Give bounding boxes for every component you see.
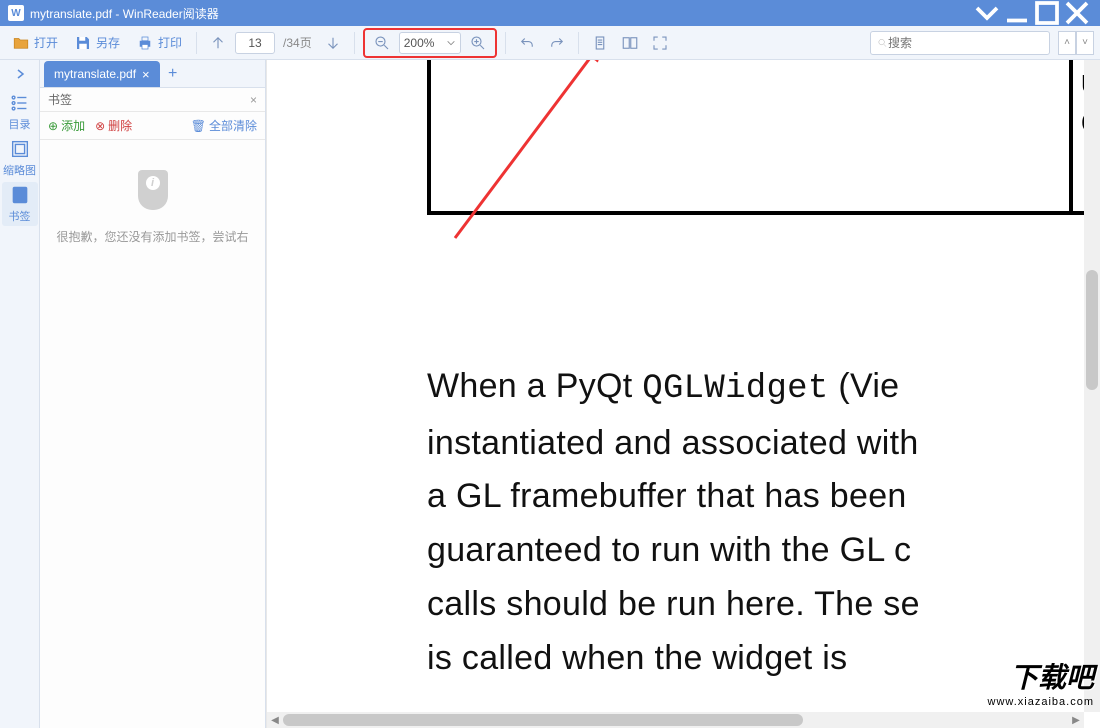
- save-label: 另存: [96, 34, 120, 51]
- rail-thumb-label: 缩略图: [3, 162, 36, 178]
- bookmark-empty-state: 很抱歉，您还没有添加书签，尝试右: [40, 140, 265, 728]
- left-rail: 目录 缩略图 书签: [0, 60, 40, 728]
- vscroll-thumb[interactable]: [1086, 270, 1098, 390]
- undo-button[interactable]: [514, 30, 540, 56]
- save-button[interactable]: 另存: [68, 30, 126, 56]
- page-input[interactable]: [235, 32, 275, 54]
- panel-header: 书签 ×: [40, 88, 265, 112]
- doc-table-right-cell: UI4.Tab Or: ViewerA: [1073, 60, 1084, 211]
- next-page-button[interactable]: [320, 30, 346, 56]
- print-label: 打印: [158, 34, 182, 51]
- bookmark-clear-button[interactable]: 🗑全部清除: [191, 117, 257, 134]
- watermark-small: www.xiazaiba.com: [988, 696, 1094, 708]
- bookmark-delete-button[interactable]: ⊗删除: [95, 117, 132, 134]
- titlebar: W mytranslate.pdf - WinReader阅读器: [0, 0, 1100, 26]
- panel-close-icon[interactable]: ×: [250, 93, 257, 107]
- zoom-value: 200%: [404, 36, 435, 50]
- watermark-big: 下载吧: [988, 656, 1094, 696]
- open-label: 打开: [34, 34, 58, 51]
- search-next[interactable]: ˅: [1076, 31, 1094, 55]
- zoom-select[interactable]: 200%: [399, 32, 461, 54]
- search-box[interactable]: [870, 31, 1050, 55]
- hscroll-right-arrow[interactable]: ▶: [1068, 712, 1084, 728]
- tab-close-icon[interactable]: ×: [142, 67, 150, 82]
- redo-button[interactable]: [544, 30, 570, 56]
- rail-bookmark-label: 书签: [9, 208, 31, 224]
- horizontal-scrollbar[interactable]: ◀ ▶: [267, 712, 1084, 728]
- new-tab-button[interactable]: +: [160, 61, 186, 87]
- document-viewport[interactable]: UI4.Tab Or: ViewerA When a PyQt QGLWidge…: [266, 60, 1100, 728]
- fullscreen-icon[interactable]: [647, 30, 673, 56]
- print-button[interactable]: 打印: [130, 30, 188, 56]
- search-icon: [877, 36, 888, 50]
- bookmark-add-button[interactable]: ⊕添加: [48, 117, 85, 134]
- zoom-group-highlight: 200%: [363, 28, 497, 58]
- panel-actions: ⊕添加 ⊗删除 🗑全部清除: [40, 112, 265, 140]
- doc-body-text: When a PyQt QGLWidget (Vieinstantiated a…: [427, 360, 1084, 685]
- toolbar: 打开 另存 打印 /34页 200% ˄ ˅: [0, 26, 1100, 60]
- doc-table-fragment: UI4.Tab Or: ViewerA: [427, 60, 1084, 215]
- single-page-icon[interactable]: [587, 30, 613, 56]
- tab-label: mytranslate.pdf: [54, 67, 136, 81]
- bookmark-empty-text: 很抱歉，您还没有添加书签，尝试右: [56, 228, 248, 245]
- close-button[interactable]: [1062, 0, 1092, 26]
- minimize-button[interactable]: [1002, 0, 1032, 26]
- rail-bookmarks[interactable]: 书签: [2, 182, 38, 226]
- rail-thumbnails[interactable]: 缩略图: [2, 136, 38, 180]
- rail-toc-label: 目录: [9, 116, 31, 132]
- double-page-icon[interactable]: [617, 30, 643, 56]
- vertical-scrollbar[interactable]: [1084, 60, 1100, 712]
- hscroll-thumb[interactable]: [283, 714, 803, 726]
- dropdown-button[interactable]: [972, 0, 1002, 26]
- prev-page-button[interactable]: [205, 30, 231, 56]
- tab-strip: mytranslate.pdf × +: [40, 60, 265, 88]
- maximize-button[interactable]: [1032, 0, 1062, 26]
- search-input[interactable]: [888, 36, 1043, 50]
- plus-icon: ⊕: [48, 119, 58, 133]
- rail-toggle[interactable]: [6, 64, 34, 84]
- delete-icon: ⊗: [95, 119, 105, 133]
- bookmark-empty-icon: [138, 170, 168, 210]
- search-nav: ˄ ˅: [1058, 31, 1094, 55]
- panel-title: 书签: [48, 91, 72, 108]
- search-prev[interactable]: ˄: [1058, 31, 1076, 55]
- zoom-in-button[interactable]: [465, 30, 491, 56]
- trash-icon: 🗑: [191, 119, 206, 133]
- open-button[interactable]: 打开: [6, 30, 64, 56]
- zoom-out-button[interactable]: [369, 30, 395, 56]
- document-page: UI4.Tab Or: ViewerA When a PyQt QGLWidge…: [267, 60, 1084, 712]
- rail-toc[interactable]: 目录: [2, 90, 38, 134]
- page-total: /34页: [279, 34, 316, 51]
- app-icon: W: [8, 5, 24, 21]
- side-panel: mytranslate.pdf × + 书签 × ⊕添加 ⊗删除 🗑全部清除 很…: [40, 60, 266, 728]
- hscroll-left-arrow[interactable]: ◀: [267, 712, 283, 728]
- document-tab[interactable]: mytranslate.pdf ×: [44, 61, 160, 87]
- watermark: 下载吧 www.xiazaiba.com: [988, 656, 1094, 708]
- window-title: mytranslate.pdf - WinReader阅读器: [30, 5, 219, 22]
